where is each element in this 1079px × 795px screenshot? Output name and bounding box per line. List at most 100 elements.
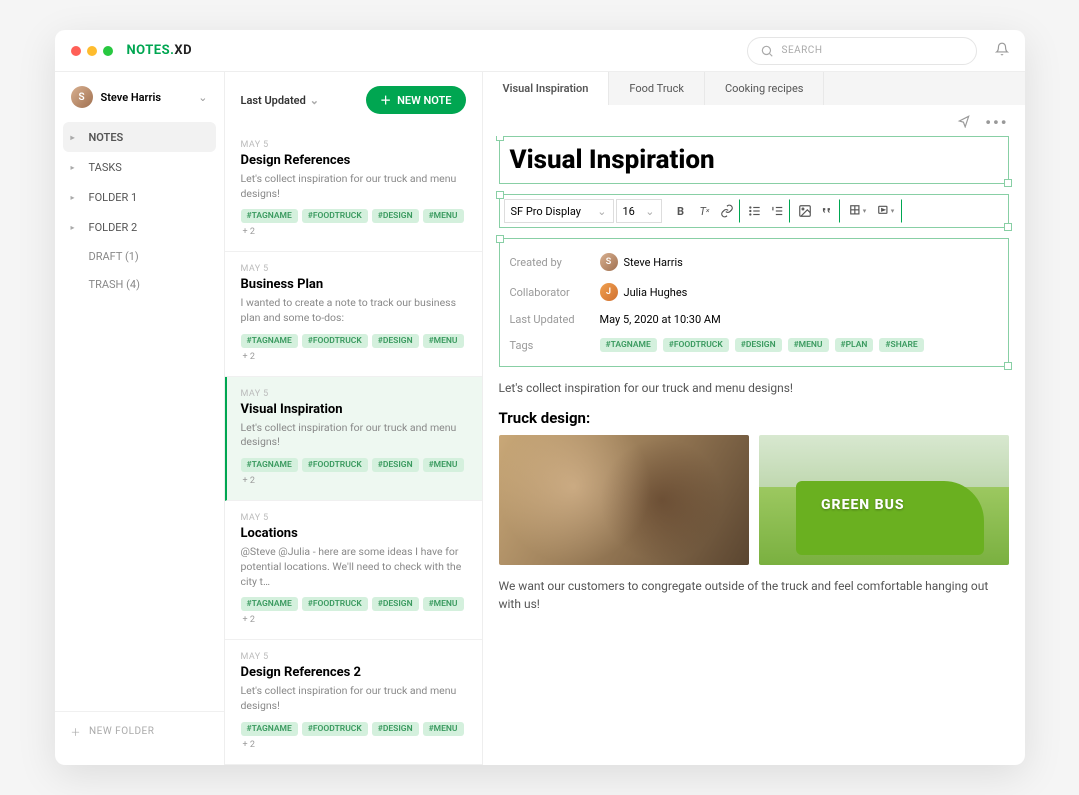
note-title: Business Plan [241,277,466,292]
app-logo: NOTES.XD [127,43,193,58]
note-date: MAY 5 [241,652,466,662]
new-folder-button[interactable]: ＋ NEW FOLDER [55,711,224,751]
tag[interactable]: #FOODTRUCK [663,338,729,352]
tags-overflow[interactable]: + 2 [243,352,255,362]
metadata-selection: Created by SSteve Harris Collaborator JJ… [499,238,1009,367]
sidebar-item-folder-1[interactable]: ▸FOLDER 1 [55,182,224,212]
sidebar-item-draft[interactable]: DRAFT (1) [55,242,224,270]
tag[interactable]: #PLAN [835,338,874,352]
bullet-list-icon [748,204,762,218]
tag[interactable]: #FOODTRUCK [302,334,368,348]
search-input[interactable]: SEARCH [747,37,977,65]
clear-format-button[interactable]: T× [694,199,716,223]
title-selection[interactable]: Visual Inspiration [499,136,1009,184]
tag[interactable]: #TAGNAME [241,597,298,611]
tag[interactable]: #FOODTRUCK [302,722,368,736]
quote-button[interactable] [818,199,840,223]
chevron-down-icon: ⌄ [645,205,654,218]
tag[interactable]: #DESIGN [372,722,419,736]
tag[interactable]: #FOODTRUCK [302,597,368,611]
note-list-item[interactable]: MAY 5 Design References Let's collect in… [225,128,482,252]
note-date: MAY 5 [241,513,466,523]
table-button[interactable]: ▾ [844,199,872,223]
last-updated-value: May 5, 2020 at 10:30 AM [600,313,721,326]
avatar: J [600,283,618,301]
font-family-select[interactable]: SF Pro Display⌄ [504,199,614,223]
sidebar: S Steve Harris ⌄ ▸NOTES ▸TASKS ▸FOLDER 1… [55,72,225,765]
note-list-item[interactable]: MAY 5 Design References 2 Let's collect … [225,640,482,764]
share-button[interactable] [957,113,971,132]
collaborator-name: Julia Hughes [624,286,688,299]
document-tags: #TAGNAME #FOODTRUCK #DESIGN #MENU #PLAN #SHAR… [600,338,924,352]
notifications-button[interactable] [995,41,1009,60]
tag[interactable]: #TAGNAME [241,722,298,736]
maximize-window-button[interactable] [103,46,113,56]
font-size-select[interactable]: 16⌄ [616,199,662,223]
tag[interactable]: #FOODTRUCK [302,209,368,223]
sidebar-item-trash[interactable]: TRASH (4) [55,270,224,298]
window-controls [71,46,113,56]
sidebar-item-folder-2[interactable]: ▸FOLDER 2 [55,212,224,242]
tag[interactable]: #DESIGN [372,209,419,223]
user-name: Steve Harris [101,91,191,104]
tag[interactable]: #TAGNAME [241,209,298,223]
inspiration-image-2[interactable]: GREEN BUS [759,435,1009,565]
new-note-button[interactable]: ＋ NEW NOTE [366,86,465,114]
note-list-item[interactable]: MAY 5 Locations @Steve @Julia - here are… [225,501,482,640]
inspiration-image-1[interactable] [499,435,749,565]
tag[interactable]: #TAGNAME [600,338,657,352]
section-heading: Truck design: [499,409,1009,427]
tag[interactable]: #MENU [423,458,464,472]
tag[interactable]: #DESIGN [372,458,419,472]
tag[interactable]: #MENU [423,722,464,736]
table-icon [849,204,863,218]
tags-overflow[interactable]: + 2 [243,740,255,750]
more-button[interactable]: ••• [985,113,1008,132]
bullet-list-button[interactable] [744,199,766,223]
editor-pane: Visual InspirationFood TruckCooking reci… [483,72,1025,765]
sidebar-item-tasks[interactable]: ▸TASKS [55,152,224,182]
bold-button[interactable]: B [670,199,692,223]
tags-overflow[interactable]: + 2 [243,227,255,237]
document-tab[interactable]: Visual Inspiration [483,72,610,105]
sidebar-item-notes[interactable]: ▸NOTES [63,122,216,152]
note-title: Locations [241,526,466,541]
tag[interactable]: #DESIGN [735,338,782,352]
tag[interactable]: #TAGNAME [241,334,298,348]
document-tab[interactable]: Cooking recipes [705,72,825,105]
note-title: Design References [241,153,466,168]
avatar: S [600,253,618,271]
image-button[interactable] [794,199,816,223]
tags-overflow[interactable]: + 2 [243,476,255,486]
tags-label: Tags [510,339,600,352]
tag[interactable]: #MENU [423,597,464,611]
numbered-list-icon [770,204,784,218]
created-by-label: Created by [510,256,600,269]
tag[interactable]: #MENU [788,338,829,352]
note-preview: Let's collect inspiration for our truck … [241,684,466,713]
document-tab[interactable]: Food Truck [609,72,705,105]
link-button[interactable] [718,199,740,223]
sort-dropdown[interactable]: Last Updated ⌄ [241,94,359,107]
minimize-window-button[interactable] [87,46,97,56]
document-tabs: Visual InspirationFood TruckCooking reci… [483,72,1025,105]
tags-overflow[interactable]: + 2 [243,615,255,625]
image-gallery: GREEN BUS [499,435,1009,565]
image-icon [798,204,812,218]
tag[interactable]: #SHARE [879,338,923,352]
close-window-button[interactable] [71,46,81,56]
numbered-list-button[interactable] [768,199,790,223]
tag[interactable]: #DESIGN [372,334,419,348]
note-list-item[interactable]: MAY 5 Visual Inspiration Let's collect i… [225,377,482,501]
tag[interactable]: #FOODTRUCK [302,458,368,472]
tag[interactable]: #DESIGN [372,597,419,611]
embed-button[interactable]: ▾ [874,199,902,223]
note-list-item[interactable]: MAY 5 Business Plan I wanted to create a… [225,252,482,376]
bell-icon [995,42,1009,56]
tag[interactable]: #MENU [423,209,464,223]
chevron-down-icon: ⌄ [310,94,319,107]
note-date: MAY 5 [241,140,466,150]
user-menu[interactable]: S Steve Harris ⌄ [55,86,224,122]
tag[interactable]: #MENU [423,334,464,348]
tag[interactable]: #TAGNAME [241,458,298,472]
